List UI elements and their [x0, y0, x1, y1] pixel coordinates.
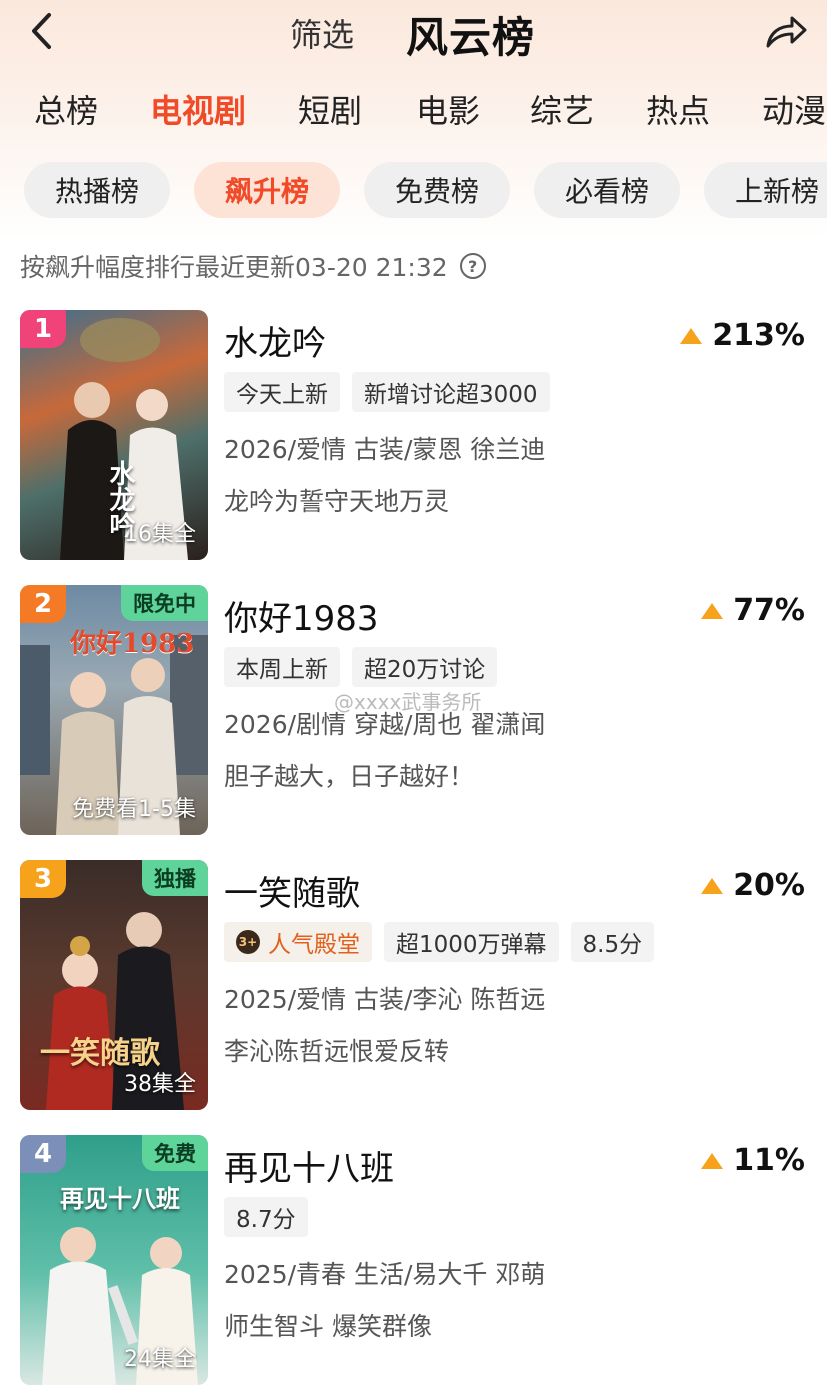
hall-label: 人气殿堂 [268, 932, 360, 958]
rank-badge: 2 [20, 585, 66, 623]
tab-short-drama[interactable]: 短剧 [298, 86, 362, 132]
item-description: 李沁陈哲远恨爱反转 [224, 1037, 450, 1066]
sub-tabs: 热播榜 飙升榜 免费榜 必看榜 上新榜 [0, 162, 827, 218]
subtab-hot-play[interactable]: 热播榜 [24, 162, 170, 218]
ranking-info-text: 按飙升幅度排行最近更新03-20 21:32 [20, 253, 448, 282]
rank-badge: 3 [20, 860, 66, 898]
item-title[interactable]: 再见十八班 [224, 1141, 394, 1190]
back-button[interactable] [22, 8, 62, 54]
rank-badge: 1 [20, 310, 66, 348]
subtab-free[interactable]: 免费榜 [364, 162, 510, 218]
poster[interactable]: 你好1983 2 限免中 免费看1-5集 [20, 585, 208, 835]
rising-arrow-icon [701, 1152, 724, 1169]
episode-count: 免费看1-5集 [72, 797, 196, 822]
item-meta: 2025/爱情 古装/李沁 陈哲远 [224, 985, 546, 1014]
exclusive-badge: 独播 [142, 860, 208, 896]
header: 筛选 风云榜 [0, 0, 827, 66]
tab-variety[interactable]: 综艺 [530, 86, 594, 132]
item-title[interactable]: 一笑随歌 [224, 866, 360, 915]
watermark: @xxxx武事务所 [334, 690, 482, 714]
rank-badge: 4 [20, 1135, 66, 1173]
rating-tag: 8.5分 [570, 922, 655, 962]
tag-list: 今天上新 新增讨论超3000 [224, 372, 550, 412]
tag: 新增讨论超3000 [352, 372, 550, 412]
item-title[interactable]: 水龙吟 [224, 316, 326, 365]
tag: 今天上新 [224, 372, 340, 412]
growth-indicator: 77% [701, 593, 805, 628]
growth-value: 213% [712, 318, 805, 353]
back-arrow-icon [32, 13, 51, 49]
growth-indicator: 11% [701, 1143, 805, 1178]
tag-list: 8.7分 [224, 1197, 308, 1237]
tag: 超20万讨论 [352, 647, 498, 687]
item-description: 龙吟为誓守天地万灵 [224, 487, 450, 516]
item-description: 胆子越大，日子越好！ [224, 762, 475, 791]
free-badge: 免费 [142, 1135, 208, 1171]
item-title[interactable]: 你好1983 [224, 591, 379, 640]
episode-count: 38集全 [124, 1072, 196, 1097]
ranking-info: 按飙升幅度排行最近更新03-20 21:32 ? [20, 248, 486, 284]
share-button[interactable] [762, 10, 810, 54]
tag-list: 本周上新 超20万讨论 [224, 647, 498, 687]
growth-indicator: 20% [701, 868, 805, 903]
rating-tag: 8.7分 [224, 1197, 308, 1237]
list-item[interactable]: 一笑随歌 3 独播 38集全 一笑随歌 20% 3+ 人气殿堂 超1000万弹幕… [0, 860, 827, 1112]
help-icon[interactable]: ? [459, 253, 486, 279]
poster[interactable]: 再见十八班 4 免费 24集全 [20, 1135, 208, 1385]
tab-tv-series[interactable]: 电视剧 [150, 86, 246, 132]
item-meta: 2026/爱情 古装/蒙恩 徐兰迪 [224, 435, 546, 464]
subtab-rising[interactable]: 飙升榜 [194, 162, 340, 218]
filter-button[interactable]: 筛选 [290, 10, 354, 56]
subtab-new[interactable]: 上新榜 [704, 162, 827, 218]
tab-hot[interactable]: 热点 [646, 86, 710, 132]
poster[interactable]: 一笑随歌 3 独播 38集全 [20, 860, 208, 1110]
list-item[interactable]: 再见十八班 4 免费 24集全 再见十八班 11% 8.7分 2025/青春 生… [0, 1135, 827, 1387]
rising-arrow-icon [701, 602, 724, 619]
tab-anime[interactable]: 动漫 [762, 86, 826, 132]
growth-value: 11% [733, 1143, 805, 1178]
category-tabs: 总榜 电视剧 短剧 电影 综艺 热点 动漫 [0, 86, 827, 134]
popularity-hall-tag[interactable]: 3+ 人气殿堂 [224, 922, 372, 962]
subtab-must-watch[interactable]: 必看榜 [534, 162, 680, 218]
poster[interactable]: 水龙吟 1 16集全 [20, 310, 208, 560]
episode-count: 16集全 [124, 522, 196, 547]
poster-title: 再见十八班 [60, 1184, 180, 1213]
tag: 超1000万弹幕 [384, 922, 559, 962]
tab-overall[interactable]: 总榜 [34, 86, 98, 132]
free-limited-badge: 限免中 [121, 585, 208, 621]
rising-arrow-icon [680, 327, 703, 344]
share-icon [766, 16, 807, 48]
episode-count: 24集全 [124, 1347, 196, 1372]
rising-arrow-icon [701, 877, 724, 894]
hall-badge-icon: 3+ [236, 930, 260, 954]
tag: 本周上新 [224, 647, 340, 687]
growth-value: 77% [733, 593, 805, 628]
tag-list: 3+ 人气殿堂 超1000万弹幕 8.5分 [224, 922, 655, 962]
tab-movie[interactable]: 电影 [416, 86, 480, 132]
list-item[interactable]: 水龙吟 1 16集全 水龙吟 213% 今天上新 新增讨论超3000 2026/… [0, 310, 827, 562]
poster-title: 你好1983 [70, 629, 195, 659]
page-title: 风云榜 [406, 13, 536, 62]
item-meta: 2025/青春 生活/易大千 邓萌 [224, 1260, 546, 1289]
growth-value: 20% [733, 868, 805, 903]
growth-indicator: 213% [680, 318, 805, 353]
item-description: 师生智斗 爆笑群像 [224, 1312, 432, 1341]
